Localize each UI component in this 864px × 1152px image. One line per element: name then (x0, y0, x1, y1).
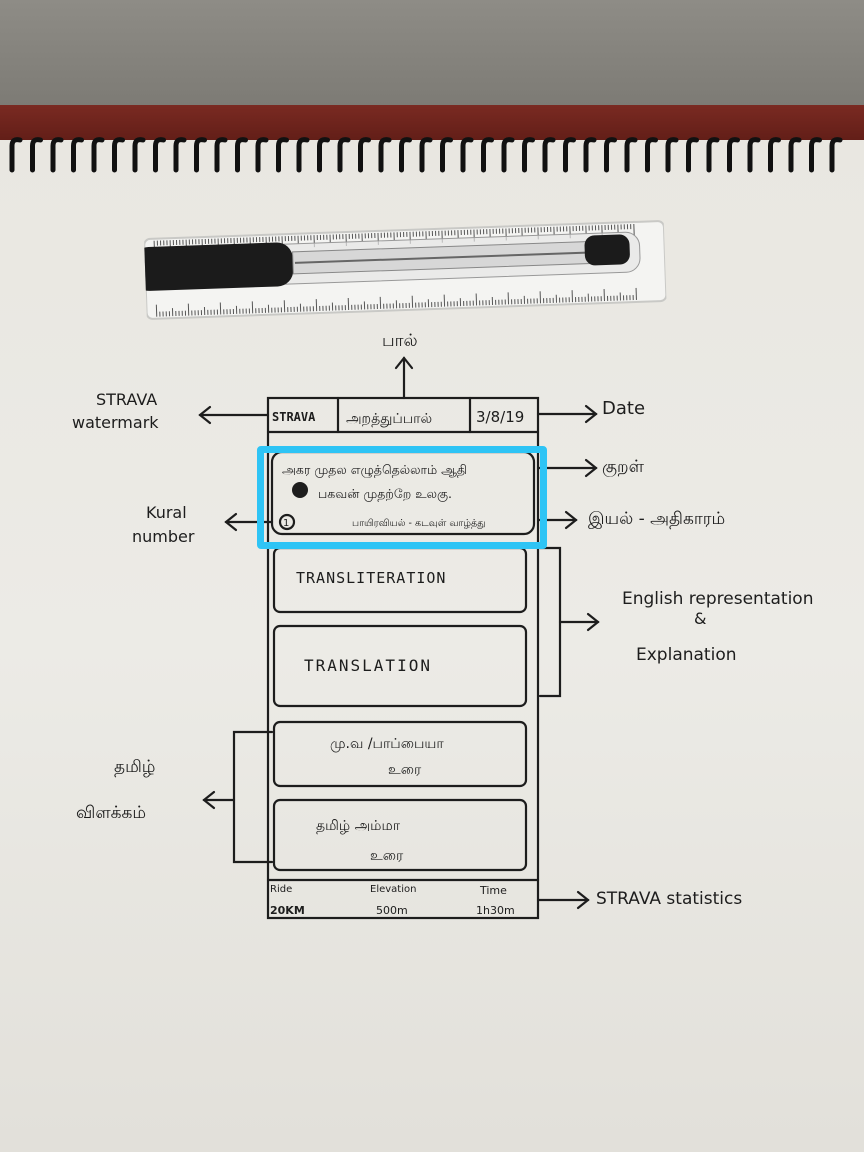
english-rep-annotation: English representation (622, 589, 813, 609)
stat-ride-label: Ride (270, 884, 292, 895)
ampersand-annotation: & (694, 609, 706, 628)
mockup-date: 3/8/19 (476, 408, 524, 426)
urai1-line2: உரை (388, 762, 422, 778)
sketch-text-layer: பால் STRAVA watermark Date குறள் இயல் - … (72, 331, 813, 917)
explanation-annotation: Explanation (636, 645, 737, 665)
strava-annotation-line1: STRAVA (96, 390, 157, 409)
transliteration-label: TRANSLITERATION (296, 569, 446, 587)
tamil-vilakkam-line1: தமிழ் (114, 757, 156, 777)
strava-annotation-line2: watermark (72, 413, 159, 432)
stat-time-value: 1h30m (476, 904, 515, 917)
selection-highlight (257, 446, 547, 549)
mockup-brand: STRAVA (272, 410, 316, 424)
iyal-annotation: இயல் - அதிகாரம் (588, 509, 725, 529)
urai1-line1: மு.வ /பாப்பையா (330, 736, 444, 752)
translation-label: TRANSLATION (304, 656, 432, 675)
stat-elev-label: Elevation (370, 884, 416, 895)
stat-time-label: Time (479, 884, 507, 897)
stat-ride-value: 20KM (270, 904, 305, 917)
date-annotation: Date (602, 398, 645, 419)
paal-annotation: பால் (382, 331, 418, 351)
strava-stats-annotation: STRAVA statistics (596, 889, 742, 909)
stat-elev-value: 500m (376, 904, 408, 917)
tamil-vilakkam-line2: விளக்கம் (76, 803, 146, 823)
kural-number-annotation-line1: Kural (146, 503, 187, 522)
urai2-line2: உரை (370, 848, 404, 864)
kural-annotation: குறள் (602, 457, 645, 477)
urai2-line1: தமிழ் அம்மா (316, 818, 401, 834)
kural-number-annotation-line2: number (132, 527, 195, 546)
mockup-section: அறத்துப்பால் (346, 411, 432, 427)
